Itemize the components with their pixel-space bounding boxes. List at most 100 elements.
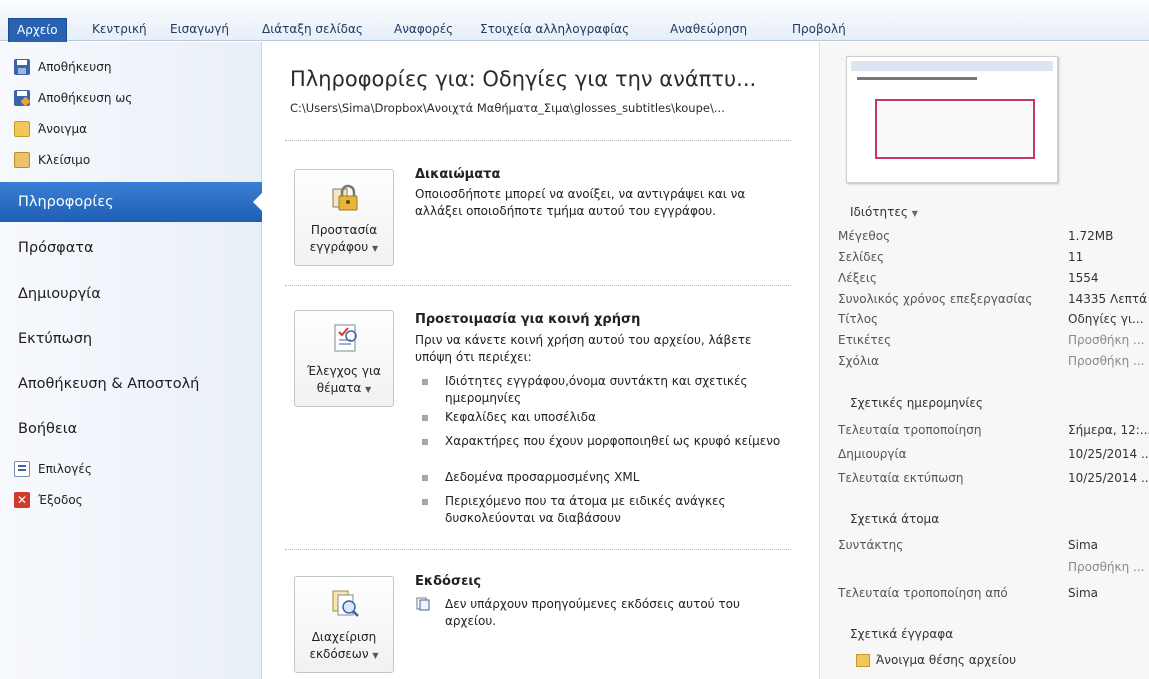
tab-references[interactable]: Αναφορές bbox=[388, 19, 459, 41]
add-author-link[interactable]: Προσθήκη ... bbox=[1068, 560, 1144, 574]
folder-open-icon bbox=[14, 121, 30, 137]
properties-panel: Ιδιότητες ▼ Μέγεθος 1.72MB Σελίδες 11 Λέ… bbox=[819, 42, 1149, 679]
author-label: Συντάκτης bbox=[838, 538, 904, 552]
divider bbox=[285, 140, 791, 141]
people-header: Σχετικά άτομα bbox=[850, 512, 940, 526]
manage-versions-label-2: εκδόσεων bbox=[309, 647, 369, 661]
lock-icon bbox=[332, 184, 358, 211]
dates-header: Σχετικές ημερομηνίες bbox=[850, 396, 983, 410]
document-thumbnail[interactable] bbox=[846, 56, 1058, 183]
dropdown-arrow-icon: ▼ bbox=[372, 244, 379, 253]
permissions-title: Δικαιώματα bbox=[415, 167, 501, 182]
open-label: Άνοιγμα bbox=[38, 122, 88, 136]
modified-by-value[interactable]: Sima bbox=[1068, 586, 1098, 600]
tab-view[interactable]: Προβολή bbox=[786, 19, 852, 41]
options-icon bbox=[14, 461, 30, 477]
prop-title-value[interactable]: Οδηγίες γι... bbox=[1068, 312, 1144, 326]
date-modified-label: Τελευταία τροποποίηση bbox=[838, 423, 982, 437]
prop-edit-time-value: 14335 Λεπτά bbox=[1068, 292, 1148, 306]
thumbnail-table bbox=[875, 99, 1035, 159]
page-title: Πληροφορίες για: Οδηγίες για την ανάπτυ.… bbox=[290, 67, 757, 91]
nav-tab-new[interactable]: Δημιουργία bbox=[0, 274, 262, 314]
tab-home[interactable]: Κεντρική bbox=[86, 19, 153, 41]
check-issues-label-2: θέματα bbox=[316, 381, 362, 395]
prop-title-label: Τίτλος bbox=[838, 312, 879, 326]
exit-label: Έξοδος bbox=[38, 493, 83, 507]
prop-words-label: Λέξεις bbox=[838, 271, 877, 285]
thumbnail-line bbox=[857, 77, 977, 80]
check-issues-button[interactable]: Έλεγχος για θέματα ▼ bbox=[294, 310, 394, 407]
versions-title: Εκδόσεις bbox=[415, 574, 482, 589]
prop-pages-label: Σελίδες bbox=[838, 250, 885, 264]
thumbnail-ribbon bbox=[851, 61, 1053, 71]
date-printed-value: 10/25/2014 ... bbox=[1068, 471, 1149, 485]
nav-tab-info[interactable]: Πληροφορίες bbox=[0, 182, 263, 222]
tab-mailings[interactable]: Στοιχεία αλληλογραφίας bbox=[474, 19, 635, 41]
dropdown-arrow-icon: ▼ bbox=[372, 651, 379, 660]
open-command[interactable]: Άνοιγμα bbox=[14, 118, 87, 140]
prop-pages-value: 11 bbox=[1068, 250, 1084, 264]
nav-tab-recent[interactable]: Πρόσφατα bbox=[0, 228, 262, 268]
tab-page-layout[interactable]: Διάταξη σελίδας bbox=[256, 19, 369, 41]
prop-tags-value[interactable]: Προσθήκη ... bbox=[1068, 333, 1144, 347]
save-icon bbox=[14, 59, 30, 75]
exit-command[interactable]: ✕ Έξοδος bbox=[14, 489, 83, 511]
save-label: Αποθήκευση bbox=[38, 60, 112, 74]
tab-insert[interactable]: Εισαγωγή bbox=[164, 19, 235, 41]
list-item: Περιεχόμενο που τα άτομα με ειδικές ανάγ… bbox=[419, 493, 789, 527]
open-file-location-label: Άνοιγμα θέσης αρχείου bbox=[876, 653, 1017, 667]
save-as-command[interactable]: Αποθήκευση ως bbox=[14, 87, 132, 109]
save-command[interactable]: Αποθήκευση bbox=[14, 56, 111, 78]
folder-close-icon bbox=[14, 152, 30, 168]
protect-button-label-2: εγγράφου bbox=[309, 240, 369, 254]
open-file-location-link[interactable]: Άνοιγμα θέσης αρχείου bbox=[856, 653, 1016, 667]
author-value[interactable]: Sima bbox=[1068, 538, 1098, 552]
permissions-text: Οποιοσδήποτε μπορεί να ανοίξει, να αντιγ… bbox=[415, 187, 746, 218]
properties-header[interactable]: Ιδιότητες ▼ bbox=[850, 205, 918, 219]
prop-tags-label: Ετικέτες bbox=[838, 333, 892, 347]
document-path: C:\Users\Sima\Dropbox\Ανοιχτά Μαθήματα_Σ… bbox=[290, 101, 725, 115]
date-created-label: Δημιουργία bbox=[838, 447, 907, 461]
prepare-text: Πριν να κάνετε κοινή χρήση αυτού του αρχ… bbox=[415, 333, 752, 364]
prop-edit-time-label: Συνολικός χρόνος επεξεργασίας bbox=[838, 292, 1033, 306]
versions-text: Δεν υπάρχουν προηγούμενες εκδόσεις αυτού… bbox=[445, 597, 740, 628]
options-command[interactable]: Επιλογές bbox=[14, 458, 92, 480]
nav-tab-help[interactable]: Βοήθεια bbox=[0, 409, 262, 449]
dropdown-arrow-icon: ▼ bbox=[365, 385, 372, 394]
list-item: Κεφαλίδες και υποσέλιδα bbox=[419, 409, 789, 426]
check-issues-label: Έλεγχος για bbox=[307, 364, 381, 378]
protect-button-label: Προστασία bbox=[310, 223, 378, 237]
nav-tab-print[interactable]: Εκτύπωση bbox=[0, 319, 262, 359]
options-label: Επιλογές bbox=[38, 462, 92, 476]
prop-words-value: 1554 bbox=[1068, 271, 1099, 285]
date-modified-value: Σήμερα, 12:... bbox=[1068, 423, 1149, 437]
version-doc-icon bbox=[416, 597, 430, 611]
close-command[interactable]: Κλείσιμο bbox=[14, 149, 90, 171]
date-printed-label: Τελευταία εκτύπωση bbox=[838, 471, 964, 485]
close-label: Κλείσιμο bbox=[38, 153, 91, 167]
list-item: Χαρακτήρες που έχουν μορφοποιηθεί ως κρυ… bbox=[419, 433, 789, 450]
list-item: Δεδομένα προσαρμοσμένης XML bbox=[419, 469, 789, 486]
divider bbox=[285, 549, 791, 550]
ribbon-tab-bar: Αρχείο Κεντρική Εισαγωγή Διάταξη σελίδας… bbox=[0, 0, 1149, 42]
manage-versions-button[interactable]: Διαχείριση εκδόσεων ▼ bbox=[294, 576, 394, 673]
protect-document-button[interactable]: Προστασία εγγράφου ▼ bbox=[294, 169, 394, 266]
nav-tab-save-send[interactable]: Αποθήκευση & Αποστολή bbox=[0, 364, 262, 404]
prop-comments-label: Σχόλια bbox=[838, 354, 879, 368]
modified-by-label: Τελευταία τροποποίηση από bbox=[838, 586, 1008, 600]
manage-versions-label: Διαχείριση bbox=[311, 630, 377, 644]
versions-icon bbox=[332, 590, 359, 617]
document-inspect-icon bbox=[334, 324, 357, 352]
related-docs-header: Σχετικά έγγραφα bbox=[850, 627, 954, 641]
list-item: Ιδιότητες εγγράφου,όνομα συντάκτη και σχ… bbox=[419, 373, 789, 407]
folder-icon bbox=[856, 653, 870, 667]
tab-file[interactable]: Αρχείο bbox=[8, 18, 67, 42]
backstage-nav: Αποθήκευση Αποθήκευση ως Άνοιγμα Κλείσιμ… bbox=[0, 42, 263, 679]
divider bbox=[285, 285, 791, 286]
tab-review[interactable]: Αναθεώρηση bbox=[664, 19, 753, 41]
prop-size-value: 1.72MB bbox=[1068, 229, 1114, 243]
prop-comments-value[interactable]: Προσθήκη ... bbox=[1068, 354, 1144, 368]
save-as-icon bbox=[14, 90, 31, 107]
prepare-title: Προετοιμασία για κοινή χρήση bbox=[415, 312, 641, 327]
info-panel: Πληροφορίες για: Οδηγίες για την ανάπτυ.… bbox=[263, 42, 818, 679]
